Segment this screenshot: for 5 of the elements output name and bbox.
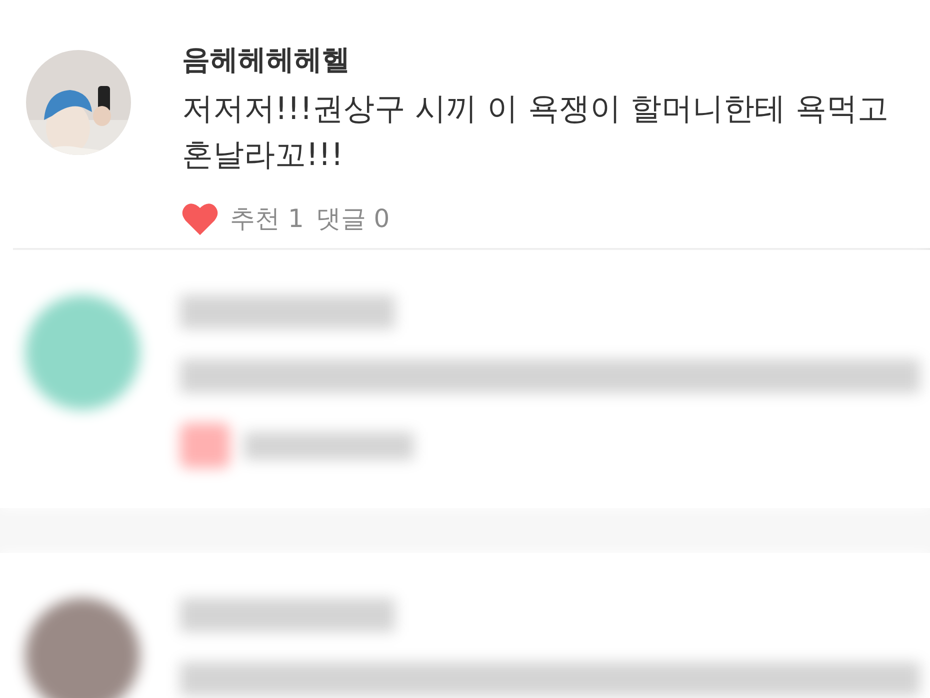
- replies-count: 댓글 0: [316, 203, 390, 235]
- comment-text: 저저저!!!권상구 시끼 이 욕쟁이 할머니한테 욕먹고 혼날라꼬!!!: [182, 90, 890, 175]
- heart-icon[interactable]: [182, 202, 218, 235]
- author-name: 음헤헤헤헤헬: [182, 42, 351, 78]
- likes-count: 추천 1: [230, 203, 304, 235]
